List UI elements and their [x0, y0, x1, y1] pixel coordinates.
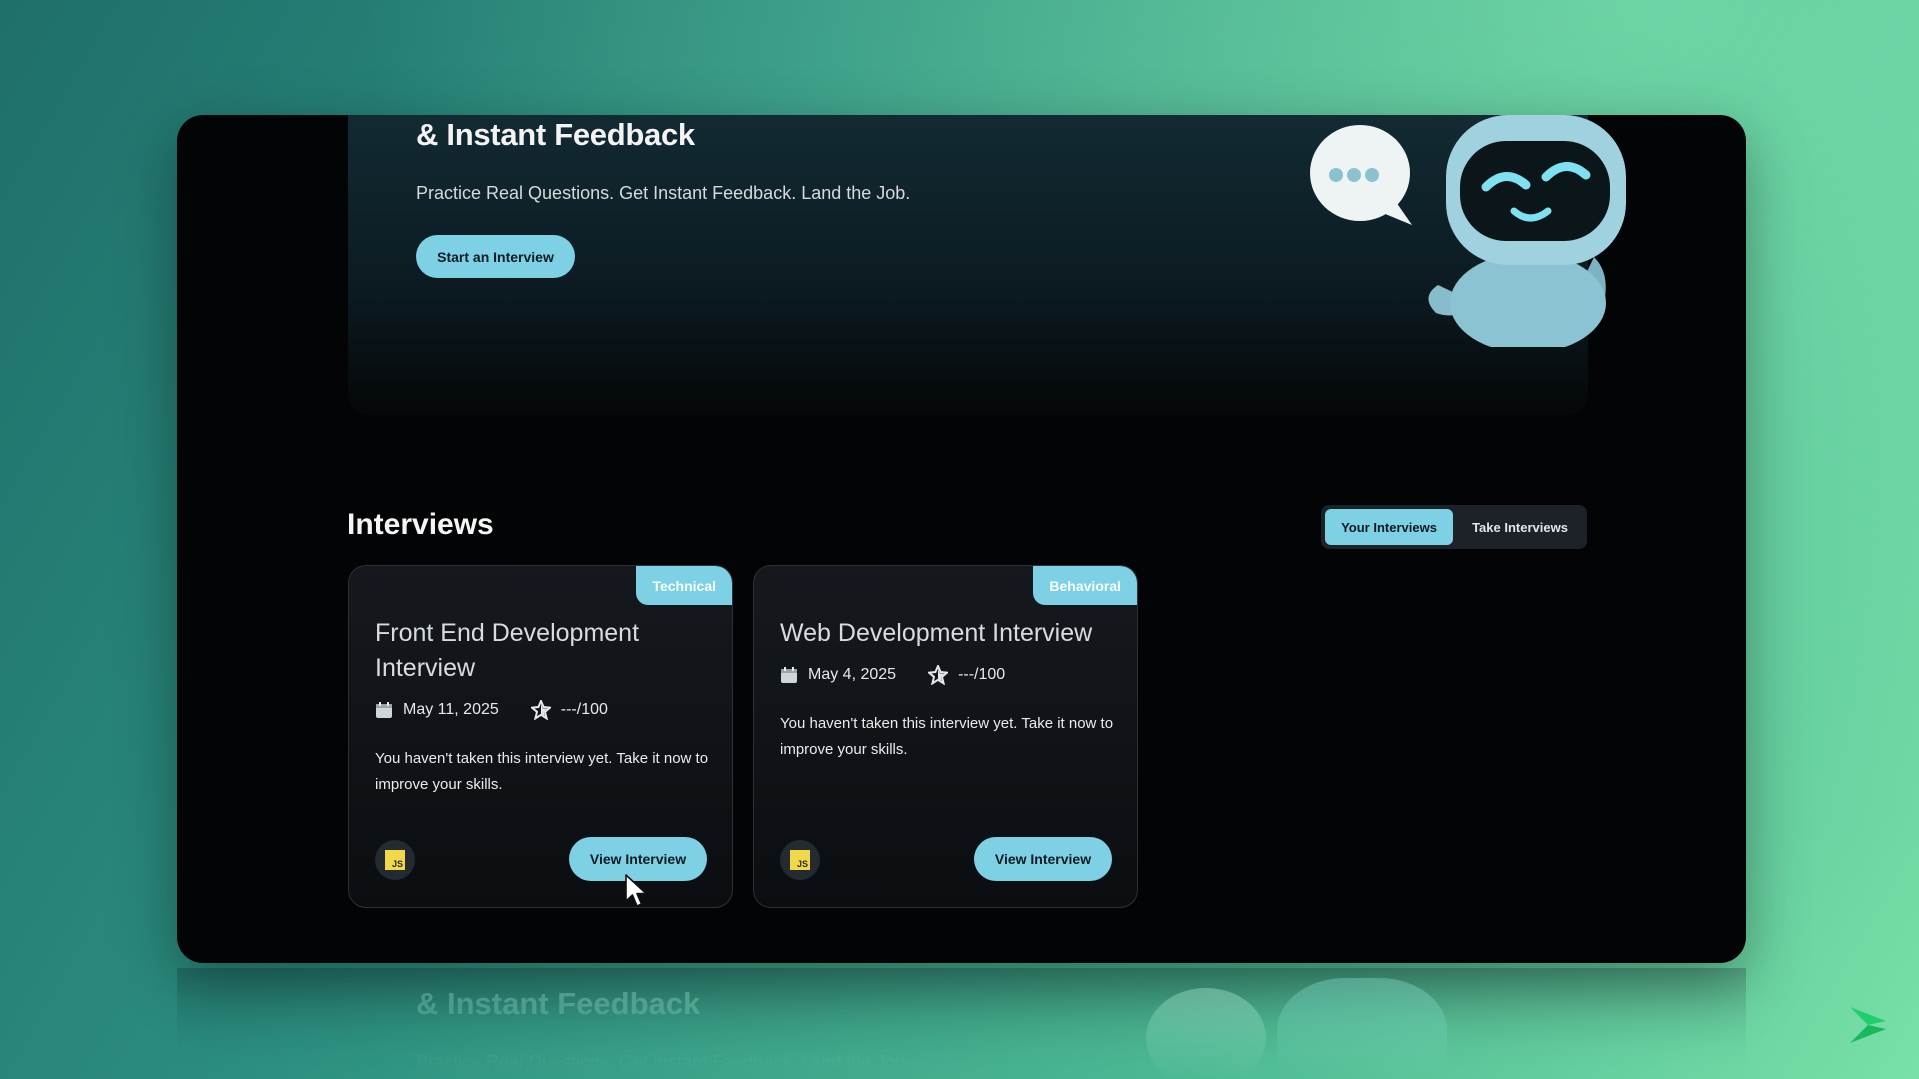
interview-meta: May 4, 2025 ---/100 — [780, 665, 1005, 685]
window-reflection: & Instant Feedback Practice Real Questio… — [177, 968, 1746, 1079]
interview-meta: May 11, 2025 ---/100 — [375, 700, 608, 720]
interview-card-title: Front End Development Interview — [375, 619, 640, 682]
cursor-icon — [625, 874, 647, 907]
interviews-toggle: Your Interviews Take Interviews — [1321, 505, 1587, 549]
tab-take-interviews[interactable]: Take Interviews — [1457, 509, 1583, 545]
app-window: & Instant Feedback Practice Real Questio… — [177, 115, 1746, 963]
interview-card: Technical Front End Development Intervie… — [348, 565, 733, 908]
tech-label: JS — [385, 850, 405, 870]
interview-description: You haven't taken this interview yet. Ta… — [375, 750, 709, 793]
tab-your-interviews[interactable]: Your Interviews — [1325, 509, 1453, 545]
reflection-title: & Instant Feedback — [416, 986, 701, 1021]
hero-title: & Instant Feedback — [416, 117, 695, 152]
interview-date: May 4, 2025 — [808, 666, 897, 683]
tech-label: JS — [790, 850, 810, 870]
js-icon: JS — [780, 840, 820, 880]
interview-type-badge: Behavioral — [1033, 566, 1137, 605]
interview-score: ---/100 — [560, 701, 608, 718]
interview-card: Behavioral Web Development Interview May… — [753, 565, 1138, 908]
brand-logo-icon — [1850, 1007, 1886, 1043]
hero-subtitle: Practice Real Questions. Get Instant Fee… — [416, 183, 911, 203]
reflection-subtitle: Practice Real Questions. Get Instant Fee… — [416, 1052, 911, 1072]
view-interview-button[interactable]: View Interview — [974, 837, 1112, 881]
interview-description: You haven't taken this interview yet. Ta… — [780, 715, 1114, 758]
js-icon: JS — [375, 840, 415, 880]
speech-bubble-icon — [1310, 125, 1412, 225]
interview-card-title: Web Development Interview — [780, 619, 1093, 647]
robot-mascot — [1310, 115, 1626, 347]
interviews-title: Interviews — [347, 508, 494, 541]
calendar-icon — [781, 667, 797, 683]
start-interview-button[interactable]: Start an Interview — [416, 235, 575, 278]
interview-score: ---/100 — [958, 666, 1006, 683]
reflection-robot — [1277, 978, 1447, 1079]
star-icon — [530, 700, 551, 720]
calendar-icon — [376, 702, 392, 718]
interview-date: May 11, 2025 — [403, 701, 499, 718]
interview-type-badge: Technical — [636, 566, 732, 605]
reflection-speech-bubble — [1146, 988, 1266, 1079]
star-icon — [928, 665, 949, 685]
hero-section: & Instant Feedback Practice Real Questio… — [348, 115, 1626, 415]
